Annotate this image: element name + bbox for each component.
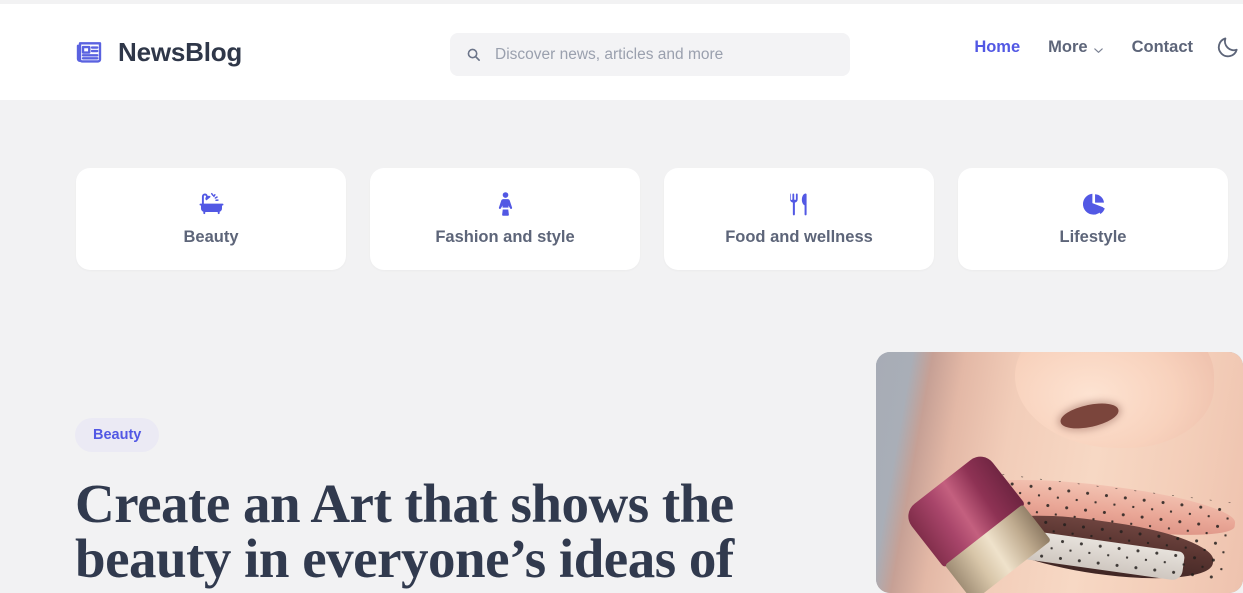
category-card-beauty[interactable]: Beauty [76,168,346,270]
category-card-lifestyle[interactable]: Lifestyle [958,168,1228,270]
category-label: Fashion and style [435,228,575,246]
nav-label-contact: Contact [1131,37,1193,56]
category-label: Food and wellness [725,228,873,246]
hero-text: Beauty Create an Art that shows the beau… [75,418,835,586]
search-input[interactable] [495,45,834,64]
utensils-icon [786,191,813,218]
nav-label-more: More [1048,37,1088,56]
search-box[interactable] [450,33,850,76]
person-dress-icon [492,191,519,218]
hero-category-badge[interactable]: Beauty [75,418,160,452]
category-label: Beauty [183,228,239,246]
pie-chart-icon [1080,191,1107,218]
bathtub-icon [198,191,225,218]
hero-section: Beauty Create an Art that shows the beau… [0,352,1243,593]
hero-image[interactable] [876,352,1243,593]
nav-label-home: Home [974,37,1021,56]
search-icon [466,47,481,62]
newspaper-icon [75,37,105,67]
brand-name: NewsBlog [118,36,243,67]
chevron-down-icon [1093,42,1104,53]
hero-title[interactable]: Create an Art that shows the beauty in e… [75,476,835,586]
nav-link-more[interactable]: More [1048,38,1103,57]
category-strip: Beauty Fashion and style Food and wellne… [76,168,1228,270]
category-card-fashion-and-style[interactable]: Fashion and style [370,168,640,270]
moon-icon[interactable] [1215,34,1241,60]
nav-link-home[interactable]: Home [974,38,1020,57]
category-label: Lifestyle [1059,228,1127,246]
category-card-food-and-wellness[interactable]: Food and wellness [664,168,934,270]
main-nav: Home More Contact [974,34,1243,60]
brand-logo[interactable]: NewsBlog [75,37,242,68]
site-header: NewsBlog Home More Contact [0,4,1243,100]
nav-link-contact[interactable]: Contact [1132,38,1193,57]
